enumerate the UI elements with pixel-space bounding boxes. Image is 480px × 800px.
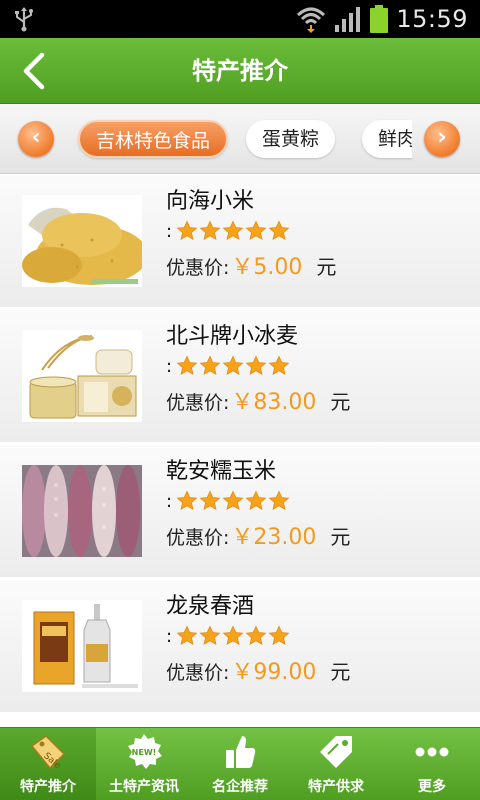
usb-icon [15,7,33,32]
star-icon [222,490,244,510]
product-list: 向海小米 : 优惠价: ￥5.00 元 北斗牌小冰麦: 优惠价: ￥83.00… [0,175,480,727]
product-name: 向海小米 [166,189,255,214]
star-icon [222,355,244,375]
product-image-liquor [22,600,142,692]
star-icon [176,220,198,240]
product-name: 龙泉春酒 [166,594,255,619]
list-item[interactable]: 龙泉春酒 : 优惠价: ￥99.00 元 [0,580,480,714]
price-value: ￥83.00 [231,390,317,415]
price-row: 优惠价: ￥5.00 元 [166,249,337,280]
star-icon [268,490,290,510]
star-icon [268,355,290,375]
list-item[interactable]: 北斗牌小冰麦 : 优惠价: ￥83.00 元 [0,310,480,444]
star-icon [245,625,267,645]
star-icon [245,220,267,240]
star-icon [245,490,267,510]
product-name: 乾安糯玉米 [166,459,277,484]
clock: 15:59 [396,5,468,33]
price-label: 优惠价: [166,662,230,684]
product-image-wheat [22,330,142,422]
category-item-zongzi[interactable]: 蛋黄粽 [246,120,336,158]
tab-supply-demand[interactable]: 特产供求 [288,728,384,800]
price-tag-icon [320,736,352,768]
price-unit: 元 [330,660,351,684]
chevron-left-icon[interactable]: ‹ [18,121,54,157]
price-unit: 元 [316,255,337,279]
battery-icon [370,5,389,33]
price-unit: 元 [330,390,351,414]
star-icon [222,625,244,645]
star-icon [245,355,267,375]
category-item-jilin[interactable]: 吉林特色食品 [78,120,229,158]
star-icon [176,625,198,645]
category-bar: ‹ 吉林特色食品 蛋黄粽 鲜肉 › [0,104,480,174]
chevron-right-icon[interactable]: › [424,121,460,157]
title-bar: 特产推介 [0,38,480,104]
star-rating: : [166,489,291,513]
product-name: 北斗牌小冰麦 [166,324,299,349]
list-item[interactable]: 向海小米 : 优惠价: ￥5.00 元 [0,175,480,309]
price-label: 优惠价: [166,392,230,414]
price-label: 优惠价: [166,527,230,549]
tab-more[interactable]: 更多 [384,728,480,800]
price-unit: 元 [330,525,351,549]
signal-icon [335,7,361,32]
thumbs-up-icon [226,736,256,768]
bottom-tab-bar: Sale 特产推介 NEW! 土特产资讯 名企推荐 特产供求 更多 [0,727,480,800]
price-value: ￥23.00 [231,525,317,550]
star-icon [199,625,221,645]
star-rating: : [166,354,291,378]
product-image-corn [22,465,142,557]
tab-specialty-recommend[interactable]: Sale 特产推介 [0,728,96,800]
star-icon [199,220,221,240]
star-icon [268,220,290,240]
price-value: ￥99.00 [231,660,317,685]
star-icon [199,490,221,510]
price-label: 优惠价: [166,257,230,279]
list-item[interactable]: 乾安糯玉米 : 优惠价: ￥23.00 元 [0,445,480,579]
price-row: 优惠价: ￥99.00 元 [166,654,351,685]
star-icon [176,355,198,375]
star-icon [199,355,221,375]
price-value: ￥5.00 [231,255,303,280]
price-row: 优惠价: ￥83.00 元 [166,384,351,415]
star-icon [176,490,198,510]
new-badge-icon: NEW! [128,734,162,769]
wifi-icon [297,7,326,33]
tab-local-news[interactable]: NEW! 土特产资讯 [96,728,192,800]
category-item-fresh-meat[interactable]: 鲜肉 [362,120,412,158]
star-icon [222,220,244,240]
category-list: 吉林特色食品 蛋黄粽 鲜肉 [70,104,412,174]
product-image-millet [22,195,142,287]
page-title: 特产推介 [192,57,288,85]
more-dots-icon [415,747,449,757]
svg-text:NEW!: NEW! [132,748,157,757]
star-icon [268,625,290,645]
status-bar: 15:59 [0,0,480,38]
sale-tag-icon: Sale [30,735,66,772]
tab-famous-companies[interactable]: 名企推荐 [192,728,288,800]
star-rating: : [166,219,291,243]
price-row: 优惠价: ￥23.00 元 [166,519,351,550]
star-rating: : [166,624,291,648]
